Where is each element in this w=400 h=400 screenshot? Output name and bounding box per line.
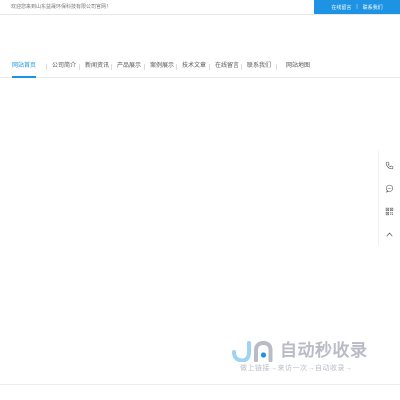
nav-item-products[interactable]: 产品展示 (117, 56, 141, 77)
nav-item-home[interactable]: 网站首页 (12, 56, 37, 78)
top-link-message[interactable]: 在线留言 (331, 4, 351, 11)
side-tool-phone[interactable] (379, 155, 400, 175)
top-bar: 欢迎您来到山东益晟环保科技有限公司官网！ 在线留言 | 联系我们 (0, 0, 400, 15)
phone-icon (385, 161, 394, 169)
chat-icon (386, 184, 393, 193)
nav-item-cases[interactable]: 案例展示 (150, 56, 174, 77)
nav-item-about[interactable]: 公司简介 (52, 56, 76, 77)
nav-separator (46, 64, 47, 70)
nav-separator (144, 64, 145, 70)
welcome-text: 欢迎您来到山东益晟环保科技有限公司官网！ (11, 4, 112, 10)
nav-item-news[interactable]: 新闻资讯 (85, 56, 109, 77)
watermark-slogan: 做上链接→来访一次→自动收录→ (240, 365, 353, 372)
side-tool-chat[interactable] (379, 178, 400, 198)
side-tool-back-to-top[interactable] (379, 224, 400, 244)
side-toolbar (378, 151, 400, 246)
main-nav: 网站首页 公司简介 新闻资讯 产品展示 案例展示 技术文章 在线留言 联系我们 … (0, 56, 400, 78)
top-link-contact[interactable]: 联系我们 (363, 4, 383, 11)
watermark-title: 自动秒收录 (280, 341, 368, 360)
nav-separator (79, 64, 80, 70)
back-to-top-icon (386, 232, 393, 236)
top-link-separator: | (356, 4, 358, 10)
watermark: 自动秒收录 做上链接→来访一次→自动收录→ (230, 340, 382, 376)
nav-separator (209, 64, 210, 70)
nav-item-articles[interactable]: 技术文章 (182, 56, 206, 77)
nav-separator (241, 64, 242, 70)
nav-separator (111, 64, 112, 70)
nav-separator (276, 64, 277, 70)
nav-item-contact[interactable]: 联系我们 (247, 56, 271, 77)
watermark-logo-icon (232, 340, 273, 362)
top-links: 在线留言 | 联系我们 (314, 0, 400, 14)
side-tool-qrcode[interactable] (379, 201, 400, 221)
qrcode-icon (385, 207, 394, 215)
nav-item-sitemap[interactable]: 网站地图 (286, 56, 310, 77)
nav-separator (176, 64, 177, 70)
nav-item-message[interactable]: 在线留言 (215, 56, 239, 77)
footer-divider (0, 384, 400, 385)
